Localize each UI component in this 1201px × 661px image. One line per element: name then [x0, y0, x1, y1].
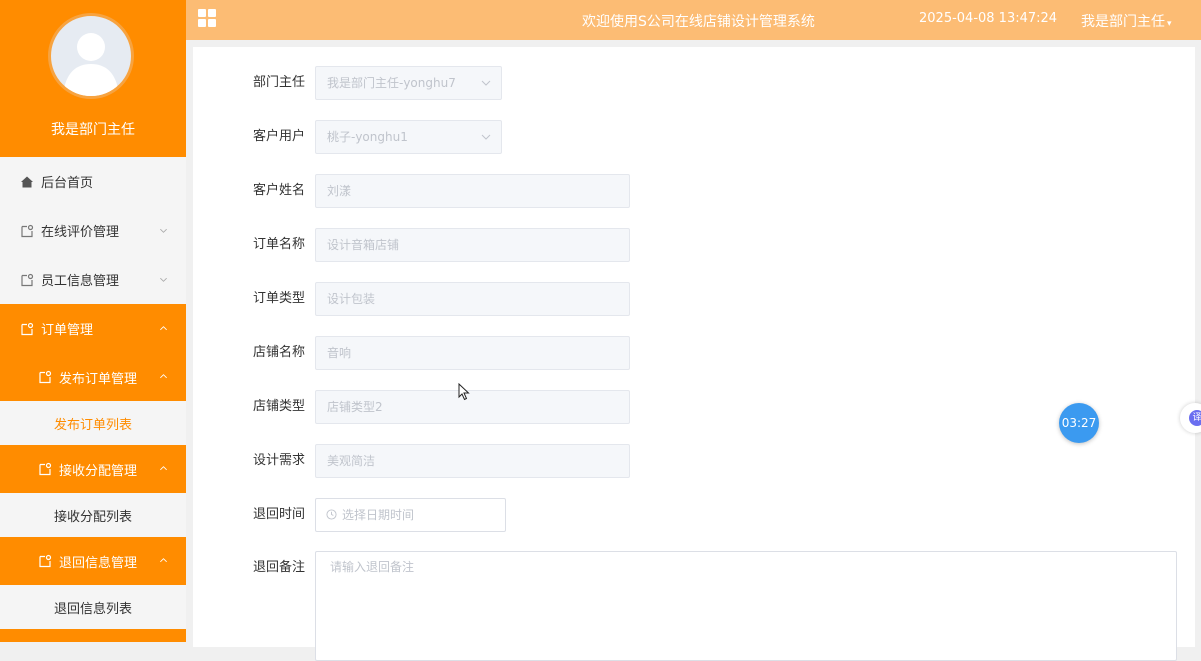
form-label: 部门主任: [252, 75, 305, 90]
sidebar-item-label: 接收分配列表: [53, 509, 132, 525]
shop-name-input[interactable]: 音响: [315, 336, 630, 370]
chevron-up-icon: [160, 374, 167, 379]
chevron-down-icon: [160, 277, 167, 282]
sidebar-item-label: 发布订单列表: [53, 417, 132, 433]
sidebar-item-label: 在线评价管理: [41, 225, 120, 240]
document-icon: [39, 462, 52, 476]
timer-bubble[interactable]: 03:27: [1059, 403, 1099, 443]
sidebar-item-publish-order-list[interactable]: 发布订单列表: [0, 401, 186, 445]
caret-down-icon: ▾: [1167, 19, 1172, 29]
chevron-up-icon: [160, 325, 167, 330]
chevron-up-icon: [160, 466, 167, 471]
document-icon: [21, 273, 34, 286]
document-icon: [39, 554, 52, 568]
sidebar-item-label: 退回信息管理: [59, 555, 138, 571]
date-placeholder: 选择日期时间: [342, 508, 415, 522]
director-select[interactable]: 我是部门主任-yonghu7: [315, 66, 502, 100]
select-value: 桃子-yonghu1: [327, 130, 408, 144]
document-icon: [21, 224, 34, 237]
chevron-down-icon: [160, 228, 167, 233]
sidebar-item-receive-assign-list[interactable]: 接收分配列表: [0, 493, 186, 537]
select-value: 我是部门主任-yonghu7: [327, 76, 456, 90]
form-label: 设计需求: [252, 453, 305, 468]
home-icon: [21, 176, 33, 187]
header-datetime: 2025-04-08 13:47:24: [919, 11, 1058, 26]
form-label: 客户姓名: [252, 183, 305, 198]
document-icon: [21, 322, 34, 335]
sidebar-item-staff-info[interactable]: 员工信息管理: [0, 255, 186, 304]
sidebar-item-publish-order[interactable]: 发布订单管理: [0, 353, 186, 401]
sidebar-item-label: 员工信息管理: [41, 274, 120, 289]
shop-type-input[interactable]: 店铺类型2: [315, 390, 630, 424]
sidebar-item-return-info[interactable]: 退回信息管理: [0, 537, 186, 585]
sidebar-item-label: 发布订单管理: [59, 371, 138, 387]
translate-icon: 译: [1189, 410, 1201, 426]
form-label: 店铺类型: [252, 399, 305, 414]
sidebar-item-label: 接收分配管理: [59, 463, 138, 479]
sidebar-item-online-review[interactable]: 在线评价管理: [0, 206, 186, 255]
clock-icon: [326, 509, 337, 520]
customer-name-input[interactable]: 刘漾: [315, 174, 630, 208]
profile-panel: 我是部门主任: [0, 0, 186, 157]
form-label: 退回备注: [252, 560, 305, 575]
customer-user-select[interactable]: 桃子-yonghu1: [315, 120, 502, 154]
form-label: 退回时间: [252, 507, 305, 522]
profile-name: 我是部门主任: [51, 122, 135, 138]
document-icon: [39, 370, 52, 384]
chevron-down-icon: [481, 80, 491, 86]
form-label: 客户用户: [252, 129, 305, 144]
sidebar-item-return-info-list[interactable]: 退回信息列表: [0, 585, 186, 629]
user-menu[interactable]: 我是部门主任 ▾: [1081, 11, 1172, 31]
order-name-input[interactable]: 设计音箱店铺: [315, 228, 630, 262]
top-header: 欢迎使用S公司在线店铺设计管理系统 2025-04-08 13:47:24 我是…: [186, 0, 1201, 40]
main-panel: 部门主任 我是部门主任-yonghu7 客户用户 桃子-yonghu1 客户姓名…: [193, 47, 1195, 661]
user-name: 我是部门主任: [1081, 14, 1165, 30]
sidebar-item-label: 退回信息列表: [53, 601, 132, 617]
form-label: 订单类型: [252, 291, 305, 306]
sidebar-item-home[interactable]: 后台首页: [0, 157, 186, 206]
avatar[interactable]: [48, 13, 134, 99]
chevron-down-icon: [481, 134, 491, 140]
sidebar-item-order-management[interactable]: 订单管理: [0, 304, 186, 353]
order-type-input[interactable]: 设计包装: [315, 282, 630, 316]
grid-menu-icon[interactable]: [198, 9, 216, 27]
return-time-picker[interactable]: 选择日期时间: [315, 498, 506, 532]
sidebar: 我是部门主任 后台首页 在线评价管理 员工信息管理 订单管理 发布订单管理 发布…: [0, 0, 186, 642]
design-requirement-input[interactable]: 美观简洁: [315, 444, 630, 478]
header-title: 欢迎使用S公司在线店铺设计管理系统: [582, 14, 815, 30]
mouse-cursor-icon: [458, 383, 470, 401]
form-label: 订单名称: [252, 237, 305, 252]
return-note-textarea[interactable]: 请输入退回备注: [315, 551, 1177, 661]
chevron-up-icon: [160, 558, 167, 563]
sidebar-item-label: 订单管理: [41, 323, 94, 338]
sidebar-next-item[interactable]: [0, 629, 186, 642]
form-label: 店铺名称: [252, 345, 305, 360]
sidebar-item-receive-assign[interactable]: 接收分配管理: [0, 445, 186, 493]
user-silhouette-icon: [63, 33, 119, 96]
sidebar-item-label: 后台首页: [41, 176, 94, 191]
